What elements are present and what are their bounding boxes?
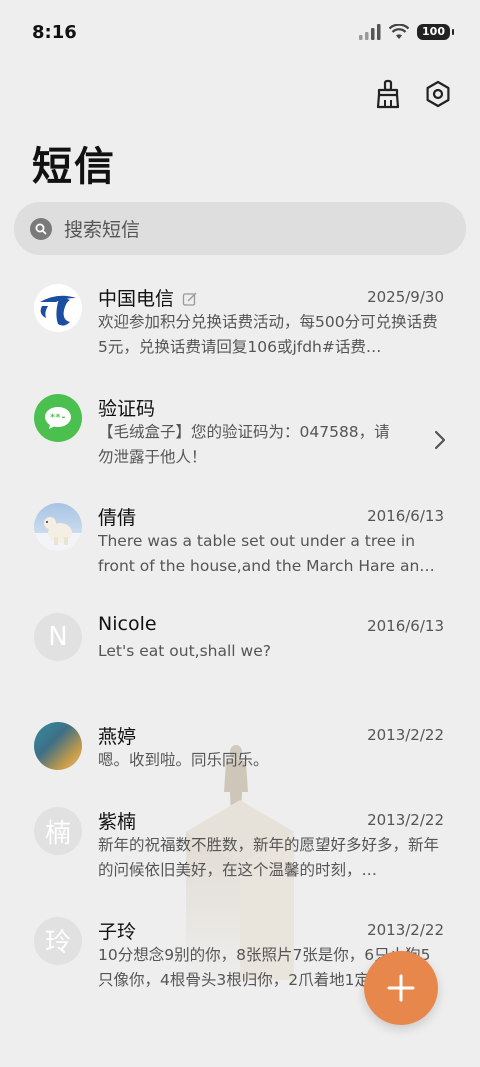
conversation-snippet: 欢迎参加积分兑换话费活动，每500分可兑换话费5元，兑换话费请回复106或jfd… xyxy=(98,313,438,356)
plus-icon xyxy=(387,974,415,1002)
battery-indicator: 100 xyxy=(417,24,454,40)
settings-icon[interactable] xyxy=(422,78,454,110)
chevron-right-icon[interactable] xyxy=(434,430,446,450)
landscape-photo xyxy=(34,722,82,770)
conversation-name-text: 中国电信 xyxy=(98,288,175,310)
signal-icon xyxy=(359,24,381,40)
conversation-snippet: 【毛绒盒子】您的验证码为：047588，请勿泄露于他人！ xyxy=(98,422,390,466)
conversation-name: 中国电信 xyxy=(98,284,198,311)
search-bar[interactable]: 搜索短信 xyxy=(14,202,466,255)
avatar: 楠 xyxy=(34,807,82,855)
search-placeholder: 搜索短信 xyxy=(64,219,141,241)
conversation-list: 中国电信 2025/9/30 欢迎参加积分兑换话费活动，每500分可兑换话费5元… xyxy=(0,270,480,1012)
conversation-snippet: Let's eat out,shall we? xyxy=(98,641,271,660)
conversation-date: 2013/2/22 xyxy=(367,920,444,939)
conversation-item[interactable]: **- 验证码 【毛绒盒子】您的验证码为：047588，请勿泄露于他人！ xyxy=(0,380,480,490)
broom-icon[interactable] xyxy=(372,78,404,110)
new-message-button[interactable] xyxy=(364,951,438,1025)
conversation-snippet: There was a table set out under a tree i… xyxy=(98,532,435,575)
conversation-date: 2016/6/13 xyxy=(367,616,444,635)
conversation-item[interactable]: 燕婷 2013/2/22 嗯。收到啦。同乐同乐。 xyxy=(0,708,480,793)
china-telecom-logo xyxy=(34,284,82,332)
conversation-item[interactable]: 倩倩 2016/6/13 There was a table set out u… xyxy=(0,489,480,599)
conversation-date: 2013/2/22 xyxy=(367,811,444,829)
conversation-item[interactable]: 中国电信 2025/9/30 欢迎参加积分兑换话费活动，每500分可兑换话费5元… xyxy=(0,270,480,380)
message-bubble-icon: **- xyxy=(34,393,82,442)
avatar: 玲 xyxy=(34,916,82,965)
conversation-date: 2016/6/13 xyxy=(367,507,444,525)
conversation-snippet: 嗯。收到啦。同乐同乐。 xyxy=(98,751,269,769)
search-icon xyxy=(30,217,52,240)
conversation-name: 倩倩 xyxy=(98,507,137,529)
wifi-icon xyxy=(389,24,410,39)
conversation-item[interactable]: N Nicole 2016/6/13 Let's eat out,shall w… xyxy=(0,599,480,709)
conversation-name: 燕婷 xyxy=(98,726,137,748)
conversation-name: Nicole xyxy=(98,612,157,635)
conversation-name: 紫楠 xyxy=(98,811,137,833)
conversation-snippet: 新年的祝福数不胜数，新年的愿望好多好多，新年的问候依旧美好，在这个温馨的时刻，… xyxy=(98,836,440,879)
avatar: N xyxy=(34,612,82,661)
conversation-item[interactable]: 楠 紫楠 2013/2/22 新年的祝福数不胜数，新年的愿望好多好多，新年的问候… xyxy=(0,793,480,903)
edit-draft-icon xyxy=(182,292,197,306)
conversation-date: 2025/9/30 xyxy=(367,288,444,306)
page-title: 短信 xyxy=(32,144,116,190)
status-icons: 100 xyxy=(359,24,454,40)
svg-text:**-: **- xyxy=(50,413,66,423)
status-bar: 8:16 100 xyxy=(0,0,480,64)
status-time: 8:16 xyxy=(32,22,77,43)
conversation-name: 子玲 xyxy=(98,920,137,943)
conversation-date: 2013/2/22 xyxy=(367,726,444,744)
top-actions xyxy=(372,78,454,110)
polar-bear-photo xyxy=(34,503,82,551)
conversation-name: 验证码 xyxy=(98,397,156,420)
